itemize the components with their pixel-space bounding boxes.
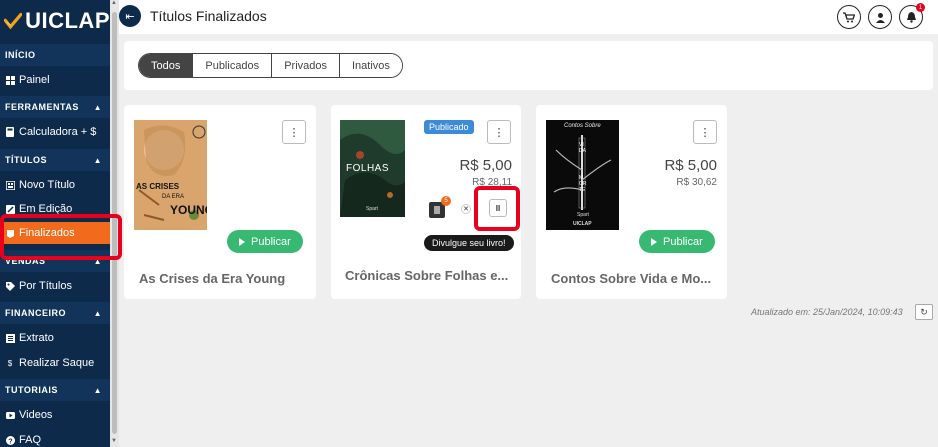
dollar-icon: $	[7, 358, 13, 368]
edit-icon	[5, 204, 15, 214]
more-options-button[interactable]: ⋮	[487, 120, 511, 144]
publish-button[interactable]: Publicar	[639, 230, 715, 253]
tab-privados[interactable]: Privados	[272, 54, 340, 77]
highlight-pause	[474, 186, 520, 231]
grid-icon	[5, 75, 15, 85]
tab-publicados[interactable]: Publicados	[193, 54, 273, 77]
price-sub: R$ 30,62	[676, 177, 717, 188]
calculator-icon	[5, 127, 15, 137]
scroll-up-icon[interactable]: ▲	[111, 0, 117, 6]
chevron-up-icon: ▲	[93, 308, 102, 318]
play-icon	[239, 237, 245, 246]
refresh-button[interactable]: ↻	[915, 304, 933, 320]
profile-button[interactable]	[868, 5, 892, 29]
card-title[interactable]: Crônicas Sobre Folhas e...	[345, 268, 508, 283]
page-title: Títulos Finalizados	[150, 8, 267, 24]
filter-panel: Todos Publicados Privados Inativos	[124, 41, 933, 90]
price: R$ 5,00	[664, 157, 717, 174]
arrow-left-icon: ⇤	[125, 10, 135, 23]
sidebar-item-videos[interactable]: Videos	[0, 404, 110, 426]
highlight-finalizados	[0, 214, 122, 260]
play-icon	[651, 237, 657, 246]
cart-button[interactable]	[837, 5, 861, 29]
sidebar-item-faq[interactable]: ? FAQ	[0, 429, 110, 447]
book-cover[interactable]: Contos Sobre VIDA MORTE Spart UICLAP	[546, 120, 619, 230]
section-tutoriais[interactable]: TUTORIAIS ▲	[0, 379, 110, 401]
section-financeiro[interactable]: FINANCEIRO ▲	[0, 302, 110, 324]
count-badge: 5	[441, 196, 451, 206]
price: R$ 5,00	[459, 157, 512, 174]
bell-icon	[906, 12, 916, 23]
sidebar-item-novo-titulo[interactable]: Novo Título	[0, 174, 110, 196]
video-icon	[5, 410, 15, 420]
tag-icon	[5, 281, 15, 291]
book-cover[interactable]: AS CRISES DA ERA YOUNG	[134, 120, 207, 230]
help-icon: ?	[5, 435, 15, 445]
section-ferramentas[interactable]: FERRAMENTAS ▲	[0, 96, 110, 118]
more-options-button[interactable]: ⋮	[282, 120, 306, 144]
notification-badge: 1	[916, 3, 925, 12]
logo-text: UICLAP	[25, 8, 110, 33]
cart-icon	[843, 11, 855, 22]
section-inicio: INÍCIO	[0, 44, 110, 66]
uiclap-logo-icon	[4, 12, 23, 30]
sidebar-item-calculadora[interactable]: Calculadora + $	[0, 121, 110, 143]
logo[interactable]: UICLAP	[0, 0, 110, 42]
section-titulos[interactable]: TÍTULOS ▲	[0, 149, 110, 171]
card-title[interactable]: Contos Sobre Vida e Mo...	[551, 271, 711, 286]
new-doc-icon	[5, 180, 15, 190]
publish-button[interactable]: Publicar	[227, 230, 303, 253]
more-vertical-icon: ⋮	[288, 126, 300, 139]
top-bar: ⇤ Títulos Finalizados 1	[119, 0, 938, 34]
stats-button[interactable]: 5	[429, 196, 451, 218]
more-vertical-icon: ⋮	[699, 126, 711, 139]
user-icon	[875, 12, 885, 23]
svg-text:?: ?	[8, 438, 12, 445]
tab-todos[interactable]: Todos	[139, 54, 194, 77]
sidebar-item-realizar-saque[interactable]: $ Realizar Saque	[0, 352, 110, 374]
chevron-up-icon: ▲	[93, 155, 102, 165]
more-options-button[interactable]: ⋮	[693, 120, 717, 144]
more-vertical-icon: ⋮	[493, 126, 505, 139]
scroll-down-icon[interactable]: ▼	[111, 438, 117, 444]
refresh-icon: ↻	[920, 306, 928, 317]
sidebar-item-painel[interactable]: Painel	[0, 69, 110, 91]
share-button[interactable]: Divulgue seu livro!	[424, 235, 514, 251]
sidebar-item-por-titulos[interactable]: Por Títulos	[0, 275, 110, 297]
updated-timestamp: Atualizado em: 25/Jan/2024, 10:09:43	[751, 307, 903, 317]
info-button[interactable]: ✕	[461, 204, 471, 214]
collapse-sidebar-button[interactable]: ⇤	[119, 5, 141, 27]
chevron-up-icon: ▲	[93, 385, 102, 395]
book-card: ⋮ Contos Sobre VIDA MORTE Spart UICLAP R…	[536, 105, 727, 299]
close-circle-icon: ✕	[463, 206, 469, 213]
book-card: ⋮ AS CRISES DA ERA YOUNG Publicar As Cri…	[124, 105, 316, 299]
status-badge: Publicado	[424, 120, 474, 134]
statement-icon	[5, 333, 15, 343]
filter-tabs: Todos Publicados Privados Inativos	[138, 53, 403, 78]
chevron-up-icon: ▲	[93, 102, 102, 112]
book-cover[interactable]: FOLHAS Spart	[340, 120, 405, 217]
tab-inativos[interactable]: Inativos	[339, 54, 402, 77]
card-title[interactable]: As Crises da Era Young	[139, 271, 285, 286]
sidebar-item-extrato[interactable]: Extrato	[0, 327, 110, 349]
notifications-button[interactable]: 1	[899, 3, 925, 29]
